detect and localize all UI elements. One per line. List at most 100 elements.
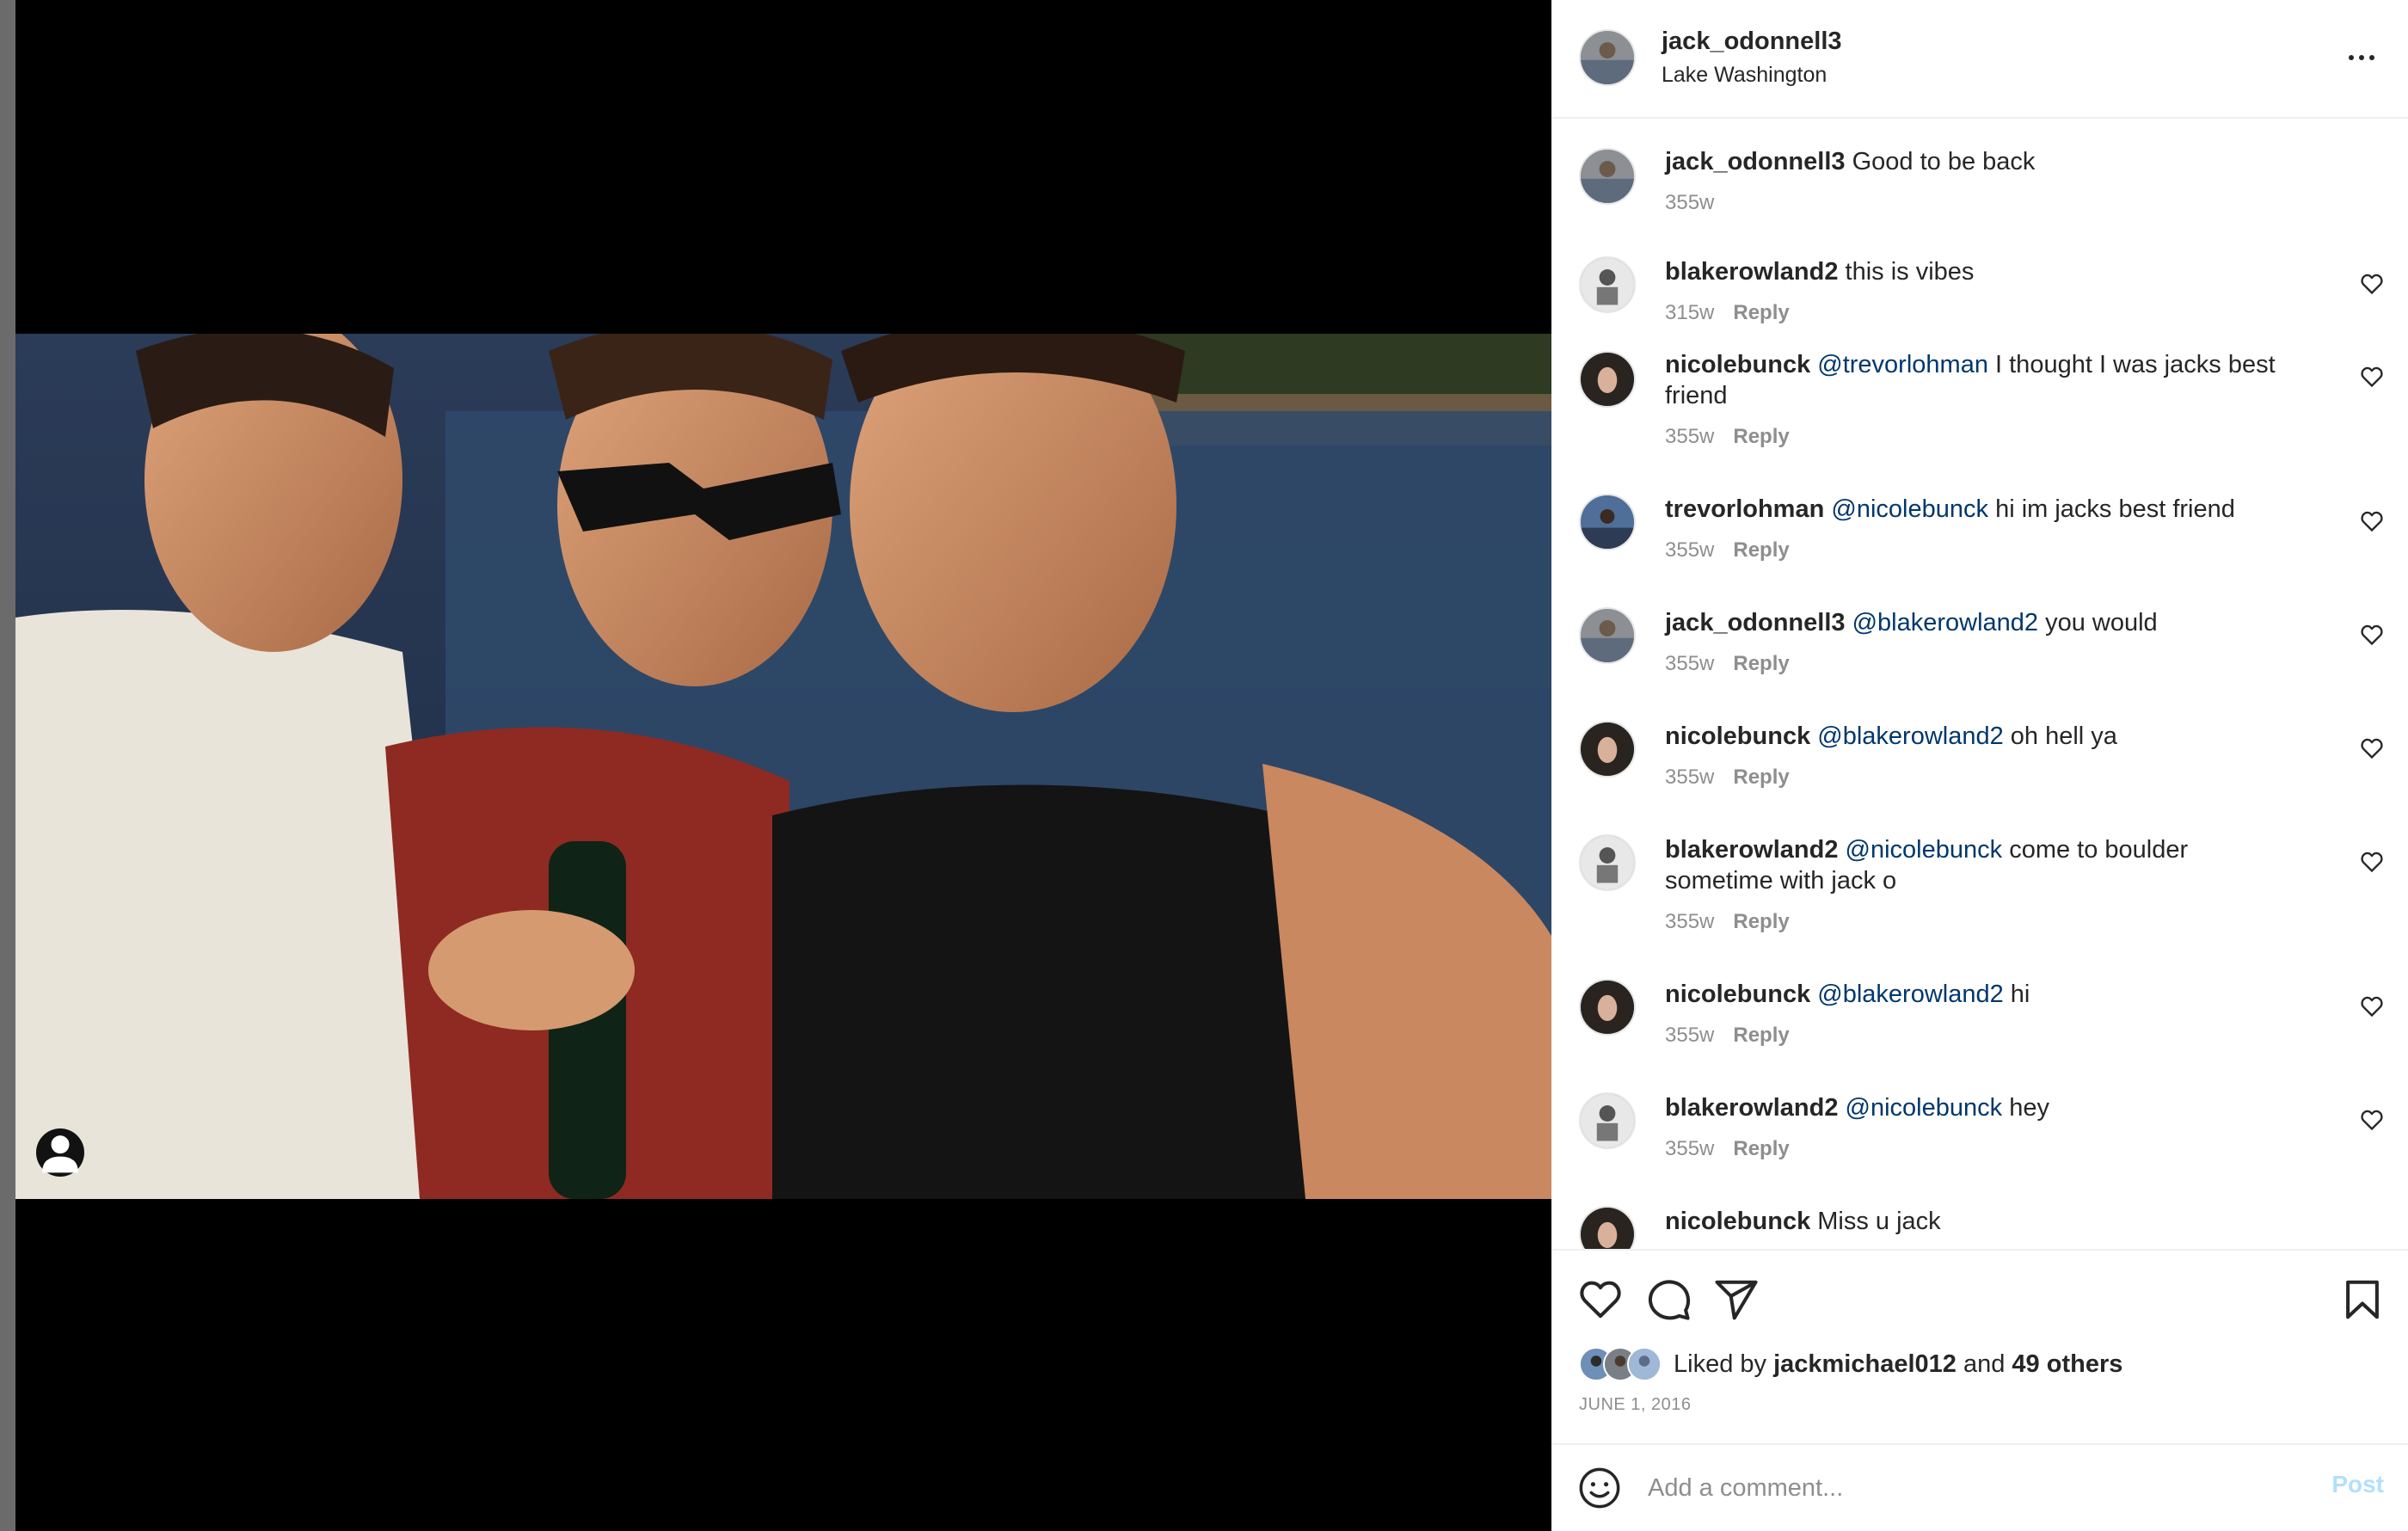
header-location[interactable]: Lake Washington [1662,63,1827,88]
post-side-panel: jack_odonnell3 Lake Washington jack_odon… [1551,0,2408,1531]
avatar[interactable] [1579,979,1636,1036]
comment-time[interactable]: 355w [1665,1137,1714,1160]
comment-meta: 355w Reply [1665,538,1790,563]
comment-input[interactable] [1648,1464,2250,1512]
reply-button[interactable]: Reply [1733,766,1789,789]
post-date[interactable]: JUNE 1, 2016 [1579,1395,1692,1415]
comment-text: trevorlohman @nicolebunck hi im jacks be… [1665,494,2284,525]
comments-list[interactable]: jack_odonnell3 Good to be back 355w blak… [1551,120,2408,1249]
post-actions: Liked by jackmichael012 and 49 others JU… [1551,1249,2408,1443]
avatar[interactable] [1579,1206,1636,1249]
like-comment-heart-icon[interactable] [2360,1108,2384,1132]
avatar[interactable] [1579,607,1636,664]
avatar[interactable] [1579,494,1636,550]
reply-button[interactable]: Reply [1733,652,1789,675]
reply-button[interactable]: Reply [1733,1137,1789,1160]
comment-text: nicolebunck @trevorlohman I thought I wa… [1665,349,2284,411]
comment-mention[interactable]: @blakerowland2 [1817,722,2003,750]
liker-username[interactable]: jackmichael012 [1773,1350,1956,1378]
like-comment-heart-icon[interactable] [2360,623,2384,647]
reply-button[interactable]: Reply [1733,301,1789,324]
liker-avatar [1627,1347,1662,1381]
avatar-image [1581,258,1634,311]
comment-username[interactable]: blakerowland2 [1665,1094,1838,1122]
comment-meta: 355w Reply [1665,652,1790,676]
comment-mention[interactable]: @nicolebunck [1846,1094,2003,1122]
avatar-image [1581,1094,1634,1147]
heart-icon[interactable] [1577,1276,1624,1323]
comment-time[interactable]: 355w [1665,538,1714,562]
like-comment-heart-icon[interactable] [2360,850,2384,874]
comment-username[interactable]: nicolebunck [1665,722,1810,750]
comment-body: this is vibes [1845,258,1975,286]
comment-text: jack_odonnell3 Good to be back [1665,146,2284,177]
comment-username[interactable]: blakerowland2 [1665,836,1838,864]
like-comment-heart-icon[interactable] [2360,994,2384,1018]
comment-item: blakerowland2 this is vibes 315w Reply [1551,234,2408,347]
emoji-icon[interactable] [1577,1466,1622,1510]
like-comment-heart-icon[interactable] [2360,509,2384,533]
post-comment-button[interactable]: Post [2331,1471,2384,1498]
header-username[interactable]: jack_odonnell3 [1662,28,1842,56]
comment-time[interactable]: 355w [1665,191,1714,214]
avatar[interactable] [1579,256,1636,313]
comment-mention[interactable]: @nicolebunck [1846,836,2003,864]
comment-text: nicolebunck @blakerowland2 oh hell ya [1665,721,2284,752]
comment-body: hey [2009,1094,2049,1122]
reply-button[interactable]: Reply [1733,1024,1789,1047]
reply-button[interactable]: Reply [1733,910,1789,933]
comment-mention[interactable]: @blakerowland2 [1852,609,2038,636]
comment-username[interactable]: nicolebunck [1665,981,1810,1008]
share-icon[interactable] [1713,1276,1760,1323]
likes-summary: Liked by jackmichael012 and 49 others [1579,1345,2122,1383]
comment-mention[interactable]: @nicolebunck [1831,495,1988,523]
comment-time[interactable]: 355w [1665,910,1714,933]
bookmark-icon[interactable] [2339,1276,2386,1323]
comment-mention[interactable]: @blakerowland2 [1817,981,2003,1008]
comment-username[interactable]: nicolebunck [1665,1208,1810,1235]
avatar-image [1581,31,1634,84]
more-options-button[interactable] [2344,45,2379,71]
comment-username[interactable]: jack_odonnell3 [1665,609,1846,636]
comment-username[interactable]: blakerowland2 [1665,258,1838,286]
likes-others-link[interactable]: 49 others [2012,1350,2122,1378]
avatar[interactable] [1579,351,1636,408]
comment-meta: 355w Reply [1665,910,1790,934]
comment-username[interactable]: nicolebunck [1665,351,1810,378]
comment-username[interactable]: trevorlohman [1665,495,1824,523]
comment-item: blakerowland2 @nicolebunck hey 355w Reply [1551,1091,2408,1204]
comment-body: hi [2010,981,2030,1008]
avatar-image [1581,609,1634,662]
comment-time[interactable]: 355w [1665,1024,1714,1047]
like-comment-heart-icon[interactable] [2360,272,2384,296]
comment-composer: Post [1551,1443,2408,1531]
more-options-icon [2349,55,2354,60]
comment-mention[interactable]: @trevorlohman [1817,351,1988,378]
avatar[interactable] [1579,1092,1636,1149]
avatar[interactable] [1579,834,1636,891]
post-photo[interactable] [15,334,1551,1199]
comment-time[interactable]: 355w [1665,652,1714,675]
avatar[interactable] [1579,721,1636,778]
avatar[interactable] [1579,29,1636,86]
like-comment-heart-icon[interactable] [2360,736,2384,760]
avatar[interactable] [1579,148,1636,205]
comment-text: nicolebunck Miss u jack [1665,1206,2284,1237]
reply-button[interactable]: Reply [1733,538,1789,562]
comment-username[interactable]: jack_odonnell3 [1665,148,1846,175]
photo-illustration [15,334,1551,1199]
comment-time[interactable]: 355w [1665,766,1714,789]
comment-item: nicolebunck @trevorlohman I thought I wa… [1551,347,2408,492]
comment-time[interactable]: 315w [1665,301,1714,324]
reply-button[interactable]: Reply [1733,425,1789,448]
comment-meta: 355w [1665,191,1714,215]
comment-item: blakerowland2 @nicolebunck come to bould… [1551,833,2408,977]
comment-body: hi im jacks best friend [1995,495,2235,523]
user-tag-button[interactable] [36,1128,84,1177]
comment-meta: 355w Reply [1665,1024,1790,1048]
comment-icon[interactable] [1646,1276,1692,1323]
like-comment-heart-icon[interactable] [2360,365,2384,389]
comment-text: blakerowland2 @nicolebunck hey [1665,1092,2284,1123]
comment-time[interactable]: 355w [1665,425,1714,448]
post-header: jack_odonnell3 Lake Washington [1551,0,2408,119]
